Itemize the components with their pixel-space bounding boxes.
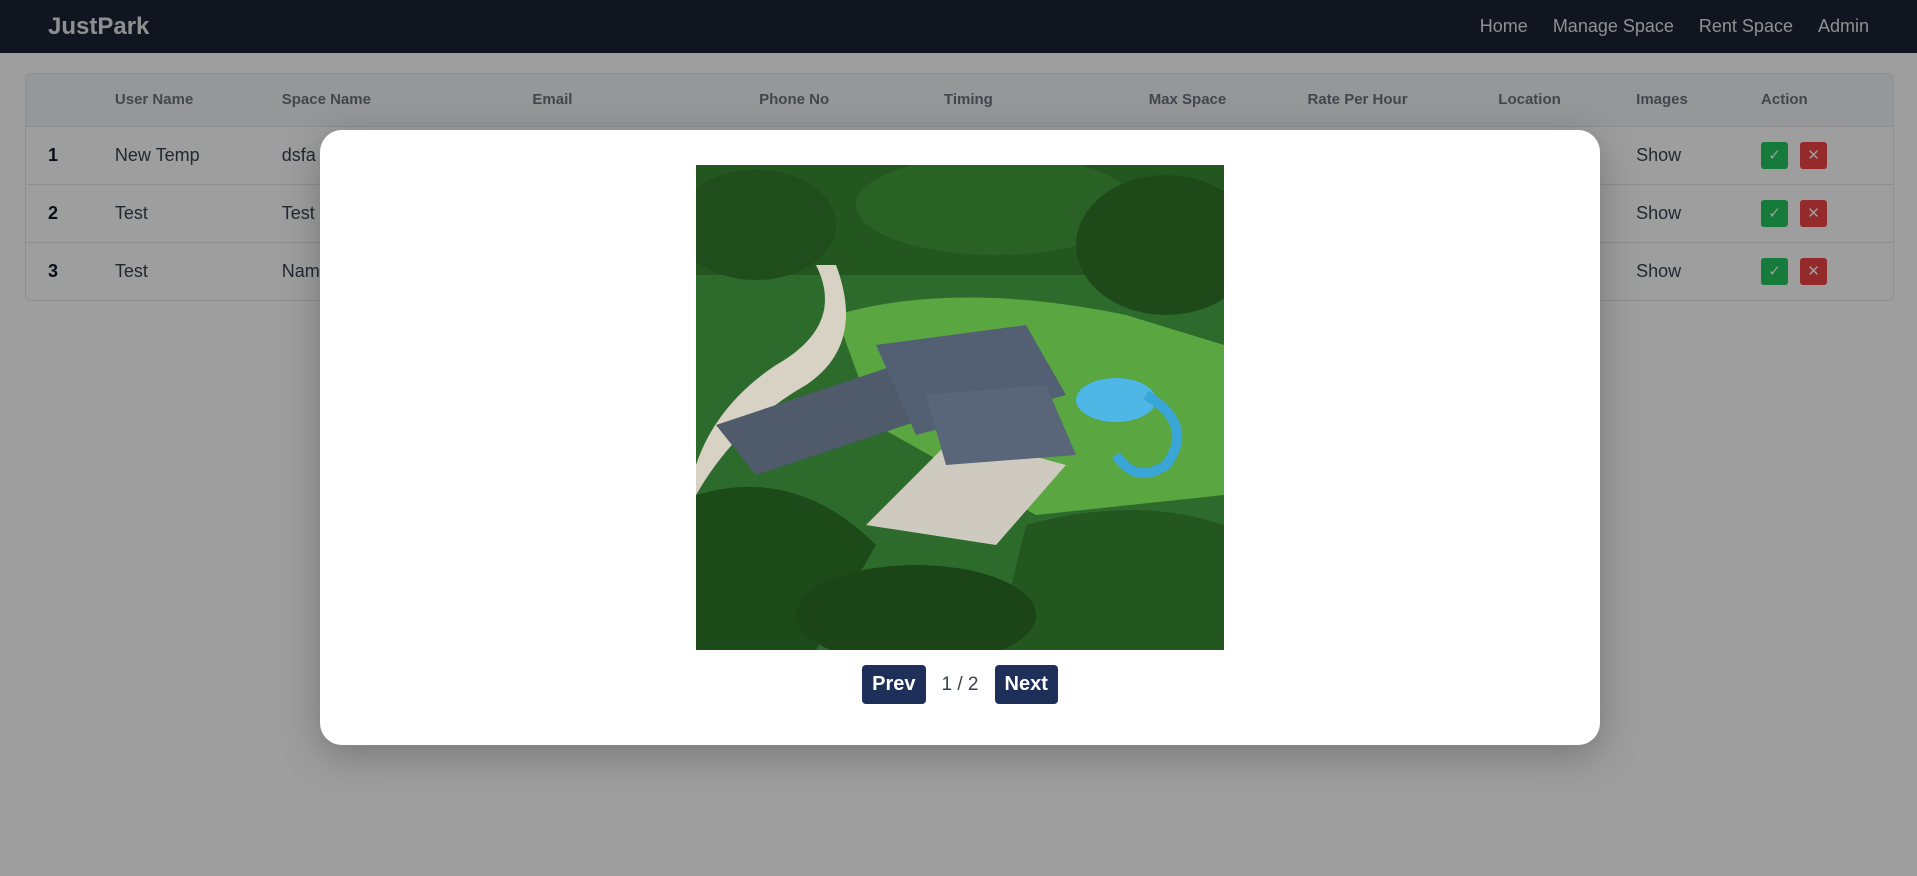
image-gallery-modal: Prev 1 / 2 Next [320, 130, 1600, 745]
prev-button[interactable]: Prev [862, 665, 926, 704]
gallery-image [696, 165, 1224, 650]
gallery-pager: Prev 1 / 2 Next [320, 665, 1600, 704]
next-button[interactable]: Next [994, 665, 1058, 704]
page-counter: 1 / 2 [941, 673, 979, 695]
